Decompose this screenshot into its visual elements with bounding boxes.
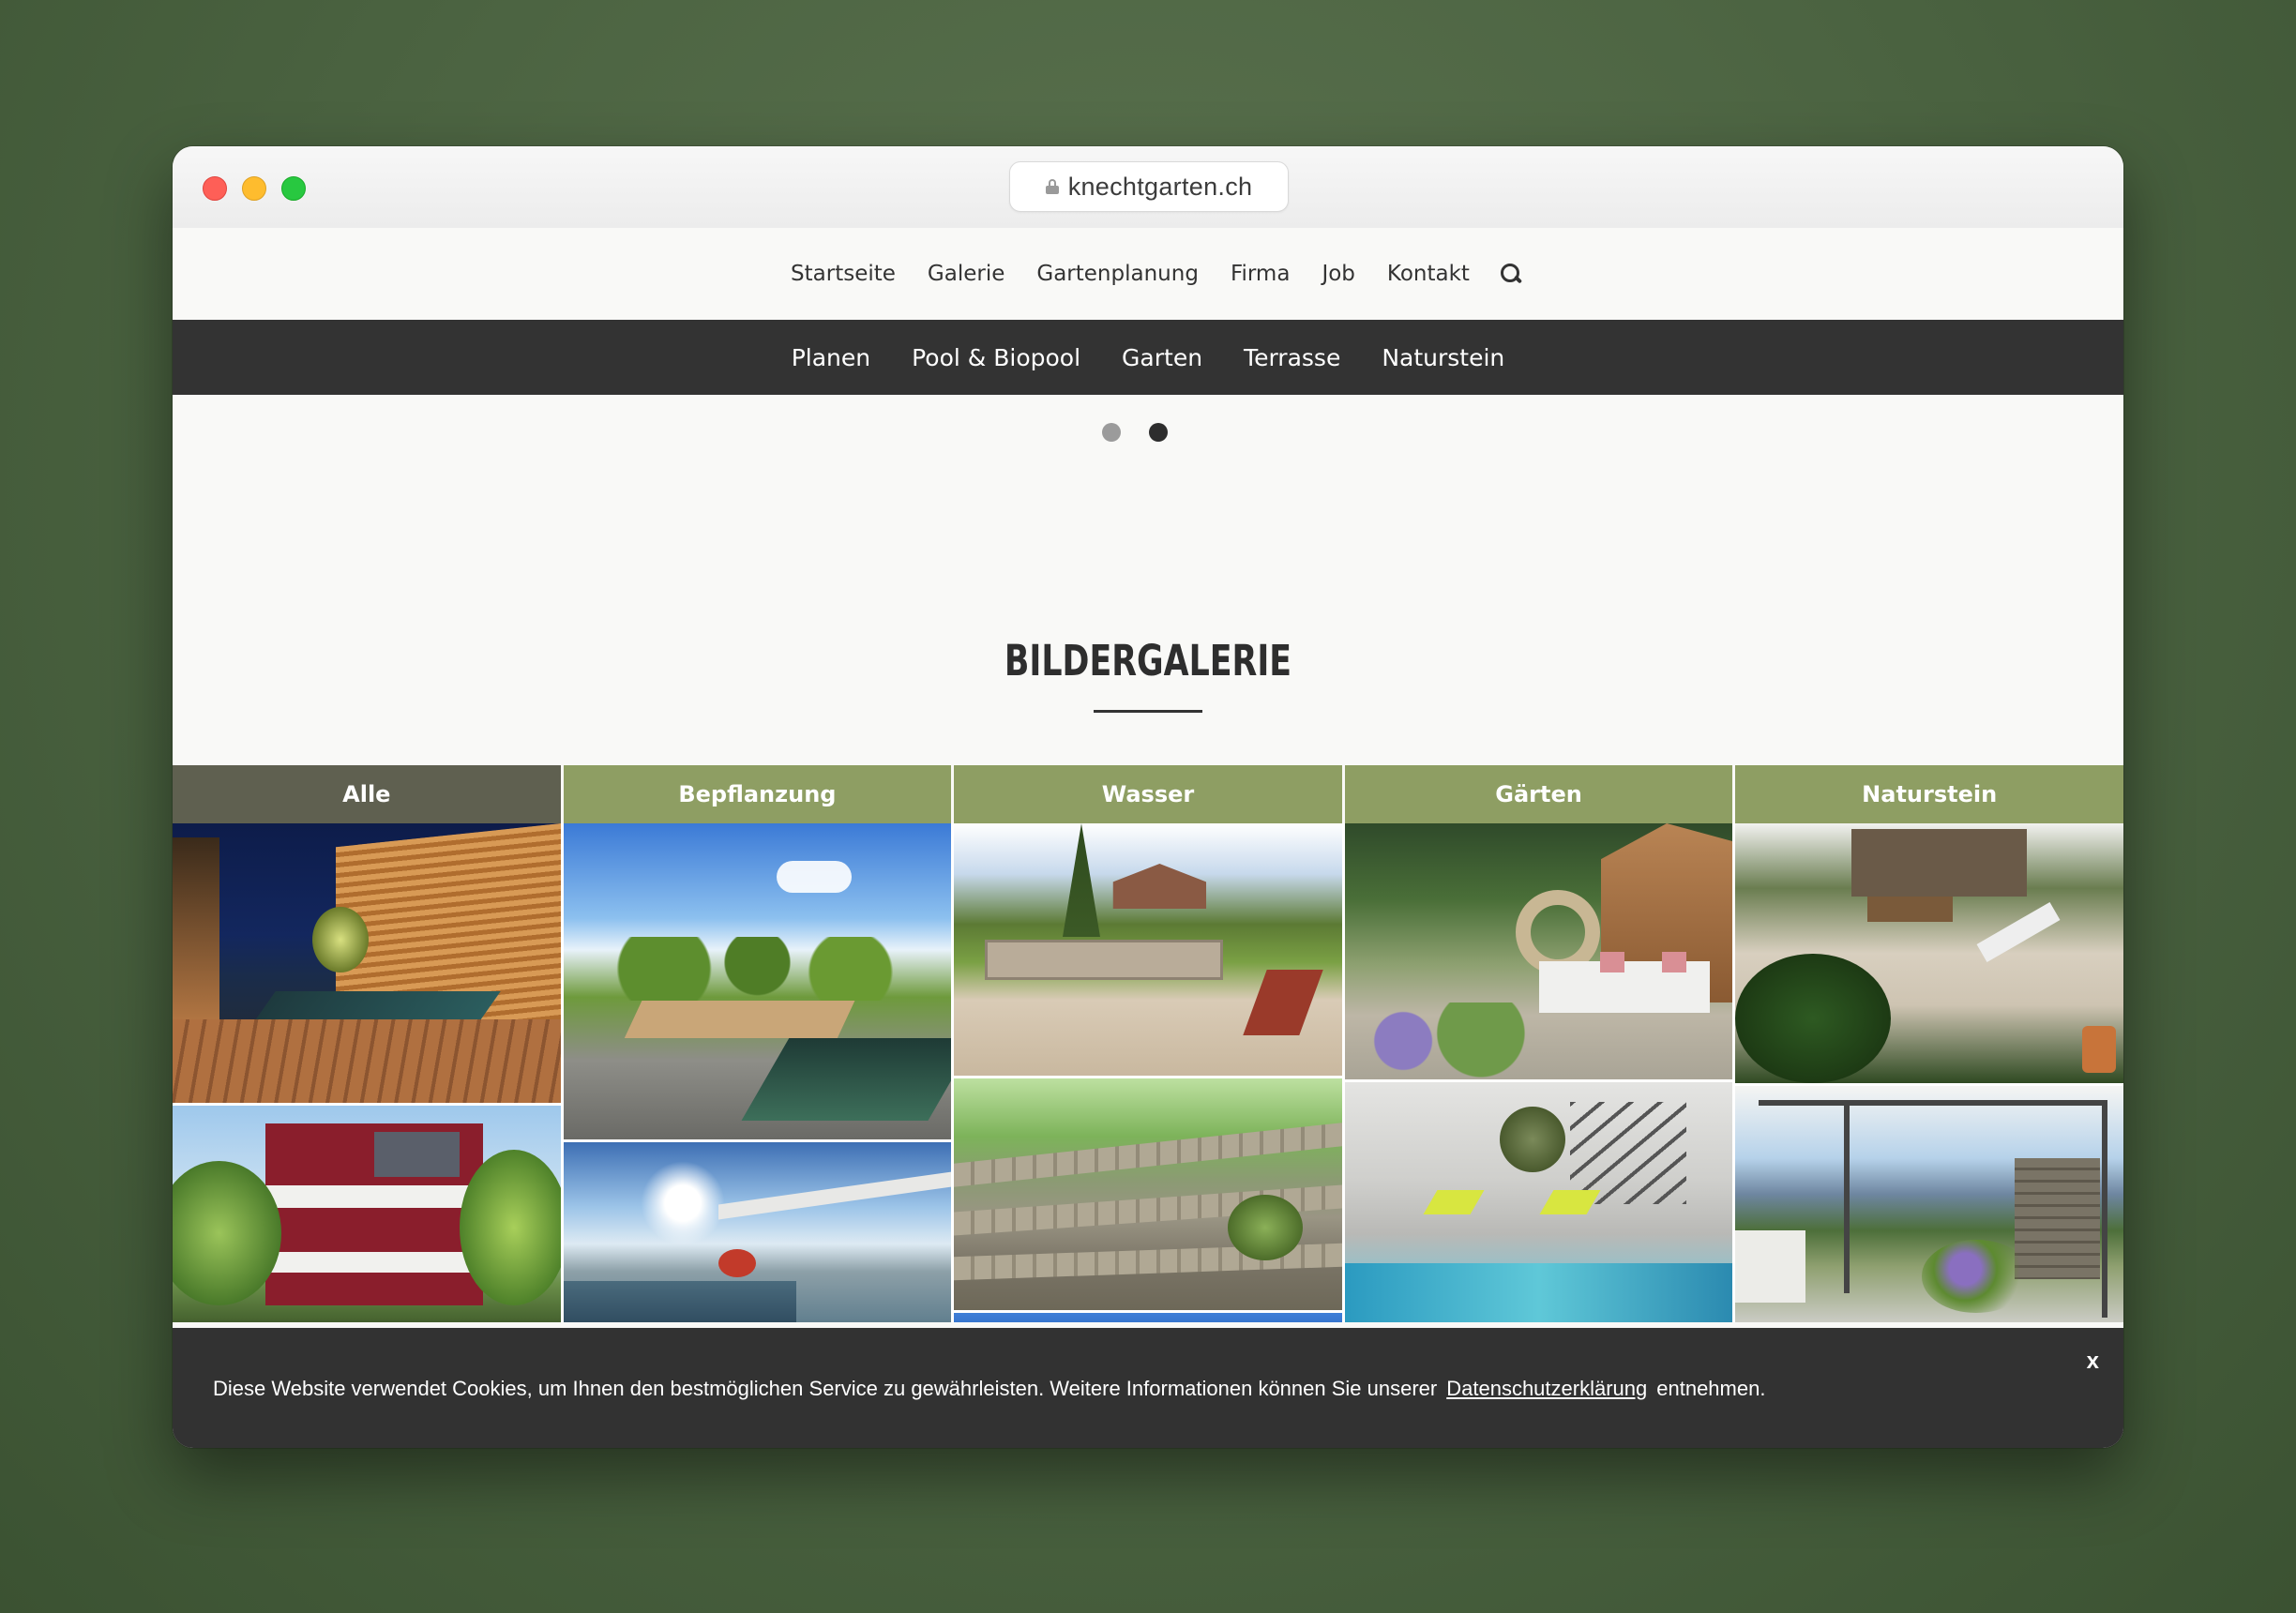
gallery-image-gravel-garden[interactable]: [563, 823, 952, 1142]
gallery-grid: [173, 823, 2123, 1322]
cookie-text-end: entnehmen.: [1656, 1377, 1766, 1400]
gallery-filter-tabs: Alle Bepflanzung Wasser Gärten Naturstei…: [173, 765, 2123, 823]
nav-job[interactable]: Job: [1306, 262, 1370, 286]
browser-titlebar: knechtgarten.ch: [173, 146, 2123, 229]
privacy-policy-link[interactable]: Datenschutzerklärung: [1446, 1377, 1647, 1400]
tab-wasser[interactable]: Wasser: [954, 765, 1345, 823]
title-divider: [1094, 710, 1202, 713]
tab-naturstein[interactable]: Naturstein: [1735, 765, 2123, 823]
nav-galerie[interactable]: Galerie: [912, 262, 1020, 286]
browser-window: knechtgarten.ch Startseite Galerie Garte…: [173, 146, 2123, 1448]
subnav-garten[interactable]: Garten: [1101, 344, 1223, 371]
subnav-naturstein[interactable]: Naturstein: [1361, 344, 1525, 371]
gallery-column: [1735, 823, 2123, 1322]
subnav-pool-biopool[interactable]: Pool & Biopool: [891, 344, 1101, 371]
cookie-text: Diese Website verwendet Cookies, um Ihne…: [213, 1377, 1438, 1400]
gallery-column: [563, 823, 955, 1322]
category-navigation: Planen Pool & Biopool Garten Terrasse Na…: [173, 320, 2123, 395]
gallery-image-pergola[interactable]: [1735, 1086, 2123, 1322]
search-icon[interactable]: [1500, 264, 1523, 284]
gallery-image-wooden-terrace[interactable]: [954, 823, 1342, 1078]
main-navigation: Startseite Galerie Gartenplanung Firma J…: [173, 228, 2123, 320]
nav-gartenplanung[interactable]: Gartenplanung: [1020, 262, 1215, 286]
gallery-image-sunny-terrace[interactable]: [563, 1142, 952, 1322]
nav-kontakt[interactable]: Kontakt: [1371, 262, 1486, 286]
gallery-column: [954, 823, 1345, 1322]
slider-dot-active[interactable]: [1149, 423, 1168, 442]
gallery-image-partial[interactable]: [954, 1313, 1342, 1322]
tab-gaerten[interactable]: Gärten: [1344, 765, 1736, 823]
tab-alle[interactable]: Alle: [173, 765, 564, 823]
nav-startseite[interactable]: Startseite: [775, 262, 912, 286]
gallery-image-red-house[interactable]: [173, 1106, 561, 1322]
cookie-message: Diese Website verwendet Cookies, um Ihne…: [213, 1377, 1765, 1401]
close-window-button[interactable]: [203, 176, 227, 201]
subnav-planen[interactable]: Planen: [771, 344, 891, 371]
slider-dot[interactable]: [1102, 423, 1121, 442]
gallery-image-concrete-pool[interactable]: [1344, 1082, 1733, 1322]
gallery-image-moon-gate[interactable]: [1344, 823, 1733, 1082]
cookie-close-button[interactable]: x: [2087, 1349, 2099, 1375]
gallery-column: [173, 823, 564, 1322]
nav-firma[interactable]: Firma: [1215, 262, 1307, 286]
address-bar[interactable]: knechtgarten.ch: [1009, 161, 1289, 212]
cookie-banner: Diese Website verwendet Cookies, um Ihne…: [173, 1328, 2123, 1448]
url-text: knechtgarten.ch: [1067, 172, 1253, 201]
gallery-title: BILDERGALERIE: [1004, 636, 1292, 686]
minimize-window-button[interactable]: [242, 176, 266, 201]
gallery-column: [1344, 823, 1736, 1322]
subnav-terrasse[interactable]: Terrasse: [1223, 344, 1361, 371]
gallery-image-stone-terraces[interactable]: [954, 1078, 1342, 1313]
gallery-image-stone-patio[interactable]: [1735, 823, 2123, 1086]
gallery-image-night-pool[interactable]: [173, 823, 561, 1106]
lock-icon: [1045, 179, 1059, 194]
zoom-window-button[interactable]: [281, 176, 306, 201]
slider-pagination: [173, 423, 2123, 442]
tab-bepflanzung[interactable]: Bepflanzung: [563, 765, 955, 823]
